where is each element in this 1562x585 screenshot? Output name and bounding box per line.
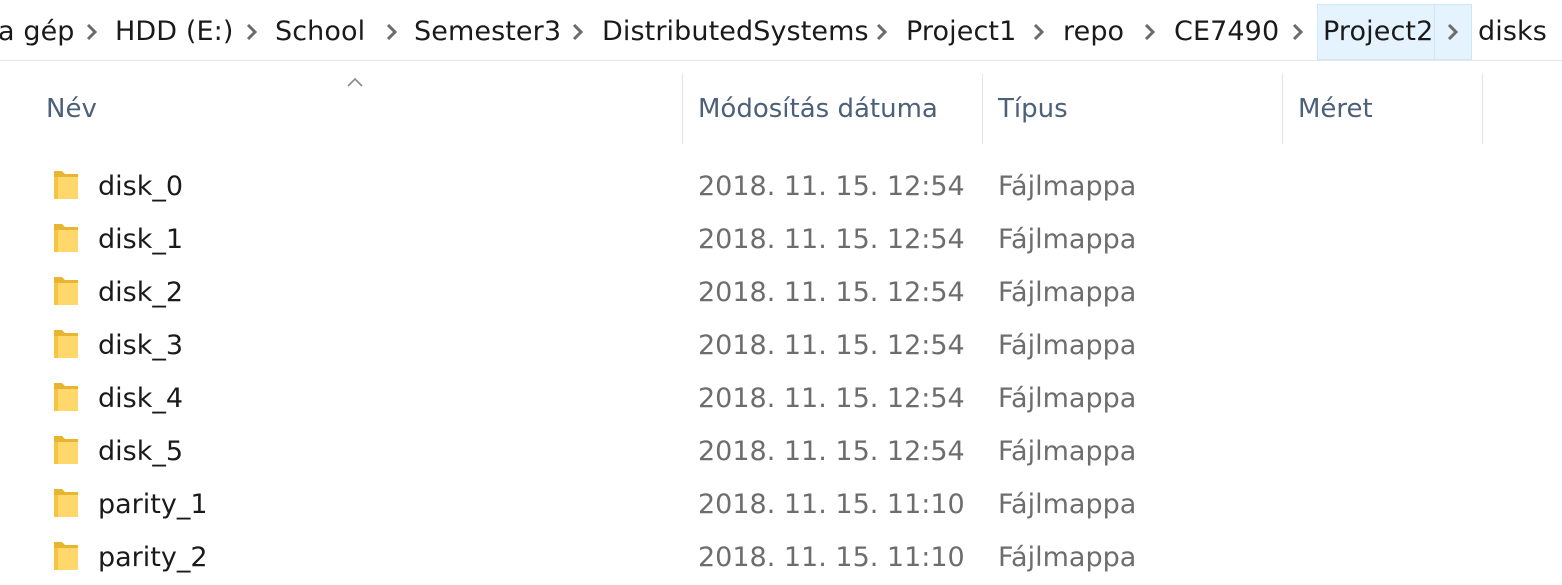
chevron-right-icon[interactable]	[870, 4, 894, 60]
file-name[interactable]: disk_5	[98, 425, 183, 478]
file-row[interactable]: disk_1 2018. 11. 15. 12:54 Fájlmappa	[0, 213, 1562, 266]
chevron-right-icon[interactable]	[1138, 4, 1162, 60]
file-name[interactable]: parity_1	[98, 478, 208, 531]
file-type: Fájlmappa	[998, 542, 1137, 573]
chevron-right-icon[interactable]	[1286, 4, 1310, 60]
breadcrumb-item-project1[interactable]: Project1	[906, 4, 1016, 60]
column-header: Név Módosítás dátuma Típus Méret	[0, 74, 1562, 144]
chevron-right-icon[interactable]	[380, 4, 404, 60]
file-date: 2018. 11. 15. 12:54	[698, 330, 965, 361]
file-row[interactable]: disk_2 2018. 11. 15. 12:54 Fájlmappa	[0, 266, 1562, 319]
file-date: 2018. 11. 15. 11:10	[698, 542, 965, 573]
file-name[interactable]: disk_4	[98, 372, 183, 425]
chevron-right-icon[interactable]	[566, 4, 590, 60]
file-list: disk_0 2018. 11. 15. 12:54 Fájlmappa dis…	[0, 160, 1562, 584]
column-header-type[interactable]: Típus	[998, 74, 1068, 144]
column-divider[interactable]	[1282, 74, 1283, 144]
column-divider[interactable]	[1482, 74, 1483, 144]
file-type: Fájlmappa	[998, 436, 1137, 467]
chevron-right-icon[interactable]	[240, 4, 264, 60]
file-date: 2018. 11. 15. 12:54	[698, 383, 965, 414]
file-type: Fájlmappa	[998, 224, 1137, 255]
breadcrumb-item-semester3[interactable]: Semester3	[414, 4, 561, 60]
folder-icon	[54, 330, 78, 358]
file-date: 2018. 11. 15. 12:54	[698, 277, 965, 308]
file-date: 2018. 11. 15. 11:10	[698, 489, 965, 520]
breadcrumb-item-school[interactable]: School	[275, 4, 365, 60]
breadcrumb-item-this-pc[interactable]: a gép	[0, 4, 75, 60]
file-type: Fájlmappa	[998, 171, 1137, 202]
folder-icon	[54, 224, 78, 252]
folder-icon	[54, 171, 78, 199]
file-type: Fájlmappa	[998, 489, 1137, 520]
column-header-date[interactable]: Módosítás dátuma	[698, 74, 938, 144]
file-date: 2018. 11. 15. 12:54	[698, 436, 965, 467]
column-divider[interactable]	[982, 74, 983, 144]
file-date: 2018. 11. 15. 12:54	[698, 171, 965, 202]
file-name[interactable]: disk_1	[98, 213, 183, 266]
file-type: Fájlmappa	[998, 330, 1137, 361]
breadcrumb-item-repo[interactable]: repo	[1063, 4, 1124, 60]
column-header-size[interactable]: Méret	[1298, 74, 1373, 144]
column-divider[interactable]	[682, 74, 683, 144]
folder-icon	[54, 436, 78, 464]
file-row[interactable]: disk_5 2018. 11. 15. 12:54 Fájlmappa	[0, 425, 1562, 478]
file-row[interactable]: disk_3 2018. 11. 15. 12:54 Fájlmappa	[0, 319, 1562, 372]
breadcrumb-item-ce7490[interactable]: CE7490	[1174, 4, 1279, 60]
file-name[interactable]: disk_0	[98, 160, 183, 213]
breadcrumb-item-hdd[interactable]: HDD (E:)	[115, 4, 234, 60]
file-row[interactable]: parity_1 2018. 11. 15. 11:10 Fájlmappa	[0, 478, 1562, 531]
sort-ascending-caret-icon	[347, 77, 363, 87]
folder-icon	[54, 383, 78, 411]
file-type: Fájlmappa	[998, 277, 1137, 308]
file-row[interactable]: disk_4 2018. 11. 15. 12:54 Fájlmappa	[0, 372, 1562, 425]
folder-icon	[54, 277, 78, 305]
file-date: 2018. 11. 15. 12:54	[698, 224, 965, 255]
breadcrumb-item-project2[interactable]: Project2	[1317, 4, 1440, 60]
file-name[interactable]: disk_2	[98, 266, 183, 319]
file-name[interactable]: parity_2	[98, 531, 208, 584]
breadcrumb-item-disks[interactable]: disks	[1478, 4, 1547, 60]
chevron-right-icon[interactable]	[1027, 4, 1051, 60]
folder-icon	[54, 542, 78, 570]
file-type: Fájlmappa	[998, 383, 1137, 414]
chevron-right-icon[interactable]	[80, 4, 104, 60]
file-name[interactable]: disk_3	[98, 319, 183, 372]
breadcrumb: a gép HDD (E:) School Semester3 Distribu…	[0, 4, 1562, 60]
breadcrumb-item-distributedsystems[interactable]: DistributedSystems	[602, 4, 869, 60]
chevron-right-icon[interactable]	[1434, 4, 1472, 60]
file-row[interactable]: parity_2 2018. 11. 15. 11:10 Fájlmappa	[0, 531, 1562, 584]
file-row[interactable]: disk_0 2018. 11. 15. 12:54 Fájlmappa	[0, 160, 1562, 213]
breadcrumb-divider	[0, 60, 1562, 61]
column-header-name[interactable]: Név	[46, 74, 97, 144]
folder-icon	[54, 489, 78, 517]
